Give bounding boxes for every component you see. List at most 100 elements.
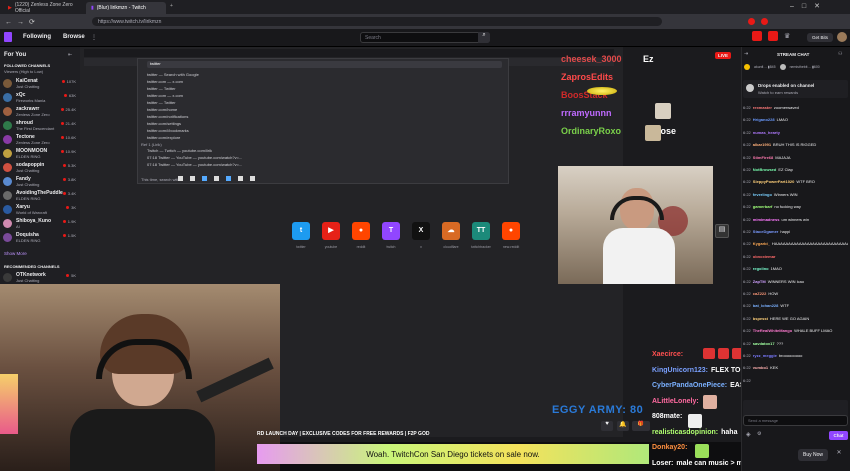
bits-icon[interactable]: ◈ [746, 431, 751, 438]
chat-username[interactable]: mimimadness [753, 217, 780, 222]
channel-viewers: 1.9K [62, 219, 76, 224]
search-icon[interactable]: ⌕ [478, 32, 490, 43]
dropdown-suggestion: twitter.com — x.com [147, 93, 184, 98]
browser-extension-icons[interactable] [748, 15, 778, 27]
chat-username[interactable]: TheRealWhiteMango [753, 328, 792, 333]
channel-viewers: 107K [61, 79, 76, 84]
new-tab-button[interactable]: + [170, 3, 173, 9]
show-more-link[interactable]: Show More [4, 251, 27, 256]
chat-username[interactable]: gamerbarf [753, 204, 773, 209]
extension-icon[interactable] [761, 17, 768, 25]
sidebar-channel[interactable]: sodapoppin Just Chatting 5.3K [3, 162, 79, 177]
channel-game: Just Chatting [16, 84, 40, 89]
chat-text: HAAAAAAAAAAAAAAAAAAAAAAAAAAAAAAA [771, 241, 848, 247]
drops-title: Drops enabled on channel [758, 83, 815, 88]
gift-icon[interactable]: 🎁 [632, 421, 650, 431]
chat-text: Winners WIN [773, 191, 798, 197]
channel-avatar [3, 177, 12, 186]
more-icon[interactable]: ⋮ [91, 34, 97, 41]
browser-tab-active[interactable]: ▮ (Blur) lirikmzn - Twitch [86, 2, 166, 14]
chat-message: 6:22 SleppyPowerFart1020 WTF BRO [743, 179, 848, 184]
crown-icon[interactable]: ♛ [784, 32, 794, 42]
chat-input[interactable]: Send a message [743, 415, 848, 426]
avatar[interactable] [837, 32, 847, 42]
sidebar-channel[interactable]: Xaryu World of Warcraft 3K [3, 204, 79, 219]
collapse-icon[interactable]: ⇤ [68, 52, 72, 58]
channel-viewers: 3.8K [62, 177, 76, 182]
chat-timestamp: 6:22 [743, 216, 751, 222]
bell-icon[interactable]: 🔔 [617, 421, 629, 431]
chat-text: LMAO [776, 117, 788, 123]
chat-username[interactable]: obnoxiemar [753, 254, 776, 259]
chat-username[interactable]: numas_hearty [753, 130, 780, 135]
chat-username[interactable]: feverlingo [753, 192, 772, 197]
close-icon[interactable]: ✕ [832, 449, 846, 461]
chat-username[interactable]: ZapTM [753, 279, 766, 284]
window-controls[interactable]: –□✕ [790, 2, 828, 10]
sidebar-channel[interactable]: Shiboya_Kuno AI 1.9K [3, 218, 79, 233]
chat-username[interactable]: StimFire68 [753, 155, 773, 160]
collapse-chat-icon[interactable]: ⇥ [744, 51, 748, 57]
nav-arrows-icon[interactable]: ←→⟳ [5, 18, 40, 26]
inner-url-input: twitter [147, 61, 502, 68]
users-icon[interactable]: ⚇ [838, 51, 842, 57]
chat-text: um winners win [781, 216, 810, 222]
sidebar-channel[interactable]: Tectone Zenless Zone Zero 10.6K [3, 134, 79, 149]
nav-following[interactable]: Following [23, 34, 51, 40]
chat-username[interactable]: vumbo1 [753, 365, 768, 370]
chat-username[interactable]: SleppyPowerFart1020 [753, 179, 795, 184]
shortcut-label: twitch [386, 245, 396, 249]
chat-username[interactable]: rexmaster [753, 105, 772, 110]
channel-game: ELDEN RING [16, 154, 41, 159]
sidebar-channel[interactable]: zackrawrr Zenless Zone Zero 25.4K [3, 106, 79, 121]
chat-timestamp: 6:22 [743, 191, 751, 197]
extension-icon[interactable] [748, 17, 755, 25]
chat-username[interactable]: bat_lohan228 [753, 303, 779, 308]
overlay-chat-message: Ez [643, 54, 654, 64]
chat-username[interactable]: Hrigano228 [753, 117, 775, 122]
get-bits-button[interactable]: Get Bits [807, 33, 833, 42]
settings-icon[interactable]: ⚙ [757, 431, 761, 437]
inbox-icon[interactable] [768, 31, 778, 41]
sidebar-channel[interactable]: MOONMOON ELDEN RING 10.9K [3, 148, 79, 163]
channel-viewers: 3K [66, 205, 76, 210]
search-input[interactable]: Search [360, 32, 490, 43]
channel-name: Shiboya_Kuno [16, 218, 52, 224]
live-dot-icon [60, 150, 64, 153]
chat-username[interactable]: NotBrowsed [753, 167, 777, 172]
notifications-icon[interactable] [752, 31, 762, 41]
channel-game: ELDEN RING [16, 196, 41, 201]
live-dot-icon [62, 220, 66, 223]
twitch-icon: ▮ [91, 5, 94, 11]
chat-username[interactable]: Kygarbi_ [753, 241, 770, 246]
channel-game: Fireworks Mania [16, 98, 46, 103]
nav-browse[interactable]: Browse [63, 34, 85, 40]
chat-username[interactable]: caZ222 [753, 291, 767, 296]
sidebar-channel[interactable]: xQc Fireworks Mania 63K [3, 92, 79, 107]
sidebar-channel[interactable]: Doquisha ELDEN RING 1.5K [3, 232, 79, 247]
inner-tab-bar [84, 49, 614, 57]
sidebar-channel[interactable]: AvoidingThePuddle ELDEN RING 3.4K [3, 190, 79, 205]
buy-now-button[interactable]: Buy Now [798, 449, 828, 461]
channel-avatar [3, 233, 12, 242]
viewer-count: 10.9K [65, 149, 76, 154]
chat-text: WHALE BUFF LMAO [794, 328, 833, 334]
chat-username[interactable]: alkar1991 [753, 142, 771, 147]
sidebar-channel[interactable]: Fandy Just Chatting 3.8K [3, 176, 79, 191]
twitchcon-banner[interactable]: Woah. TwitchCon San Diego tickets on sal… [257, 444, 649, 464]
sidebar-channel[interactable]: KaiCenat Just Chatting 107K [3, 78, 79, 93]
twitch-logo-icon[interactable] [4, 32, 12, 42]
chat-username[interactable]: StaceDgamer [753, 229, 779, 234]
chat-send-button[interactable]: Chat [829, 431, 848, 440]
browser-tab[interactable]: ▶ (1220) Zenless Zone Zero Official [3, 2, 83, 14]
heart-icon[interactable]: ♥ [601, 421, 613, 431]
url-bar[interactable]: https://www.twitch.tv/lirikmzn [92, 17, 662, 26]
chat-username[interactable]: regolino [753, 266, 769, 271]
chat-username[interactable]: savdatox17 [753, 341, 775, 346]
sidebar-channel[interactable]: shroud The First Descendant 21.4K [3, 120, 79, 135]
chat-timestamp: 6:22 [743, 278, 751, 284]
overlay-chat-line: Xaecirce: [652, 351, 686, 358]
chat-username[interactable]: bspesst [753, 316, 768, 321]
chat-username[interactable]: ryzz_meggie [753, 353, 777, 358]
chat-text: BRUH THIS IS RIGGED [773, 142, 817, 148]
